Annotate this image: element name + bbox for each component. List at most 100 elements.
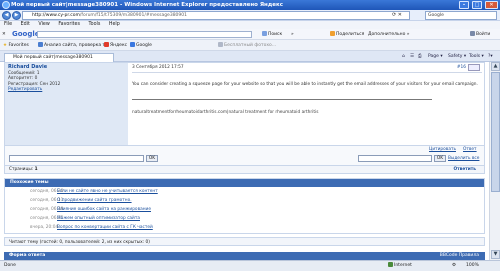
window-title-bar: Мой первый сайт|message380901 - Windows …	[0, 0, 500, 10]
signature-divider	[132, 99, 432, 100]
maximize-button[interactable]: □	[472, 1, 482, 9]
help-menu[interactable]: ?▾	[488, 53, 493, 61]
menu-tools[interactable]: Tools	[89, 22, 101, 27]
post-author-panel: Richard Davie Сообщений: 1 Авторитет: 0 …	[5, 63, 128, 145]
tab-row: Мой первый сайт|message380901 ⌂ ☰ ⎙ Page…	[0, 51, 500, 62]
home-icon[interactable]: ⌂	[402, 53, 405, 61]
reply-link[interactable]: Ответ	[463, 147, 477, 152]
menu-help[interactable]: Help	[109, 22, 120, 27]
topic-link[interactable]: Вопрос по конвертации сайта с ГК частей	[57, 224, 153, 231]
menu-favorites[interactable]: Favorites	[58, 22, 80, 27]
print-icon[interactable]: ⎙	[418, 53, 422, 61]
topic-time: вчера, 20:04	[30, 225, 59, 230]
favorite-item-google[interactable]: Google	[130, 40, 152, 51]
list-item: вчера, 20:04 Вопрос по конвертации сайта…	[5, 224, 484, 231]
pages-label: Страницы: 1	[9, 167, 38, 172]
tools-menu[interactable]: Tools ▾	[469, 53, 484, 61]
internet-explorer-icon	[2, 1, 10, 9]
google-logo: Google	[12, 30, 40, 38]
scroll-up-arrow[interactable]: ▲	[491, 62, 500, 71]
favorite-item-photohost[interactable]: Бесплатный фотохо...	[218, 40, 276, 51]
globe-icon	[388, 262, 393, 267]
more-tools-button[interactable]: Дополнительно »	[368, 29, 410, 40]
post-action-ok-button[interactable]: OK	[434, 155, 446, 162]
edit-link[interactable]: Редактировать	[8, 87, 125, 93]
close-toolbar-icon[interactable]: ✕	[2, 29, 6, 40]
menu-edit[interactable]: Edit	[21, 22, 30, 27]
minimize-button[interactable]: –	[459, 1, 469, 9]
tab-title: Мой первый сайт|message380901	[13, 55, 93, 60]
star-icon: ★	[3, 43, 8, 48]
page-content: Richard Davie Сообщений: 1 Авторитет: 0 …	[0, 62, 489, 260]
similar-topics-header: Похожие темы	[5, 179, 484, 187]
close-window-button[interactable]: ✕	[485, 1, 498, 9]
similar-topics: Похожие темы сегодня, 06:28 Если не сайт…	[4, 178, 485, 234]
quote-link[interactable]: Цитировать	[429, 147, 456, 152]
post-number[interactable]: #16	[457, 65, 466, 71]
wrench-icon	[470, 31, 475, 36]
topic-link[interactable]: О продвижении сайта грамотно.	[57, 197, 132, 204]
share-button[interactable]: Поделиться	[330, 29, 364, 40]
scroll-thumb[interactable]	[491, 72, 500, 192]
post-body-panel: 3 Сентября 2012 17:57 #16 You can consid…	[129, 63, 484, 145]
post-text: You can consider creating a squeeze page…	[132, 82, 478, 87]
status-text: Done	[4, 263, 16, 268]
reply-topic-link[interactable]: Ответить	[454, 166, 477, 174]
topic-link[interactable]: Если не сайте явно не учитывается контен…	[57, 188, 158, 195]
post-footer: Цитировать Ответ OK OK Выделить все	[4, 146, 485, 166]
address-host: http://www.cy-pr.com	[32, 13, 80, 18]
page-icon	[218, 42, 223, 47]
favorites-button[interactable]: ★ Favorites	[3, 40, 29, 51]
post-action-select[interactable]	[358, 155, 432, 162]
list-item: сегодня, 06:35 Можем опытный оптимизатор…	[5, 215, 484, 222]
status-bar: Done Internet ⚙ 100%	[0, 260, 500, 271]
search-provider: Google	[428, 13, 444, 18]
protected-mode-icon[interactable]: ⚙	[452, 261, 456, 271]
google-more-button[interactable]: »	[291, 29, 294, 40]
vertical-scrollbar[interactable]: ▲ ▼	[489, 62, 500, 260]
signin-button[interactable]: Войти	[470, 29, 490, 40]
feeds-icon[interactable]: ☰	[410, 53, 414, 61]
yandex-icon	[104, 42, 109, 47]
search-input[interactable]: Google	[425, 11, 497, 20]
google-icon	[130, 42, 135, 47]
forum-post: Richard Davie Сообщений: 1 Авторитет: 0 …	[4, 62, 485, 146]
reply-form-links[interactable]: BBCode Правила	[440, 252, 479, 260]
address-path: /forum/f15/t75309/m380901/#message380901	[79, 13, 188, 18]
page-icon	[38, 42, 43, 47]
forward-button[interactable]: ▶	[12, 11, 21, 20]
address-row: ◀ ▶ http://www.cy-pr.com/forum/f15/t7530…	[0, 10, 500, 21]
topic-link[interactable]: Влияние ошибок сайта на ранжирование	[57, 206, 151, 213]
google-search-input[interactable]	[37, 31, 252, 38]
select-all-link[interactable]: Выделить все	[448, 156, 479, 161]
favorite-item-analysis[interactable]: Анализ сайта, проверка т...	[38, 40, 109, 51]
safety-menu[interactable]: Safety ▾	[448, 53, 466, 61]
post-date: 3 Сентября 2012 17:57	[132, 65, 184, 70]
moderation-select[interactable]	[9, 155, 144, 162]
back-button[interactable]: ◀	[2, 11, 11, 20]
current-page[interactable]: 1	[35, 167, 38, 172]
google-search-button[interactable]: Поиск	[262, 29, 282, 40]
moderation-ok-button[interactable]: OK	[146, 155, 158, 162]
page-menu[interactable]: Page ▾	[428, 53, 443, 61]
list-item: сегодня, 06:28 Если не сайте явно не учи…	[5, 188, 484, 195]
reply-form-header: Форма ответа BBCode Правила	[4, 252, 485, 260]
scroll-down-arrow[interactable]: ▼	[491, 250, 500, 259]
share-icon	[330, 31, 335, 36]
zoom-level[interactable]: 100%	[466, 261, 479, 271]
tab-active[interactable]: Мой первый сайт|message380901	[4, 53, 114, 62]
pagination-row: Страницы: 1 Ответить	[4, 166, 485, 174]
search-icon	[262, 31, 267, 36]
address-bar[interactable]: http://www.cy-pr.com/forum/f15/t75309/m3…	[22, 11, 410, 20]
topic-link[interactable]: Можем опытный оптимизатор сайта	[57, 215, 140, 222]
reply-form-title: Форма ответа	[9, 253, 46, 258]
menu-view[interactable]: View	[38, 22, 49, 27]
menu-bar: File Edit View Favorites Tools Help	[0, 21, 500, 29]
google-toolbar: ✕ Google Поиск » Поделиться Дополнительн…	[0, 29, 500, 40]
post-signature: naturaltreatmentforrheumatoidarthritis.c…	[132, 110, 319, 115]
menu-file[interactable]: File	[4, 22, 12, 27]
favorites-bar: ★ Favorites Анализ сайта, проверка т... …	[0, 40, 500, 51]
refresh-stop-icons[interactable]: ⟳ ✕	[392, 12, 402, 18]
topic-readers: Читают тему (гостей: 0, пользователей: 2…	[4, 237, 485, 246]
favorite-item-yandex[interactable]: Яндекс	[104, 40, 127, 51]
